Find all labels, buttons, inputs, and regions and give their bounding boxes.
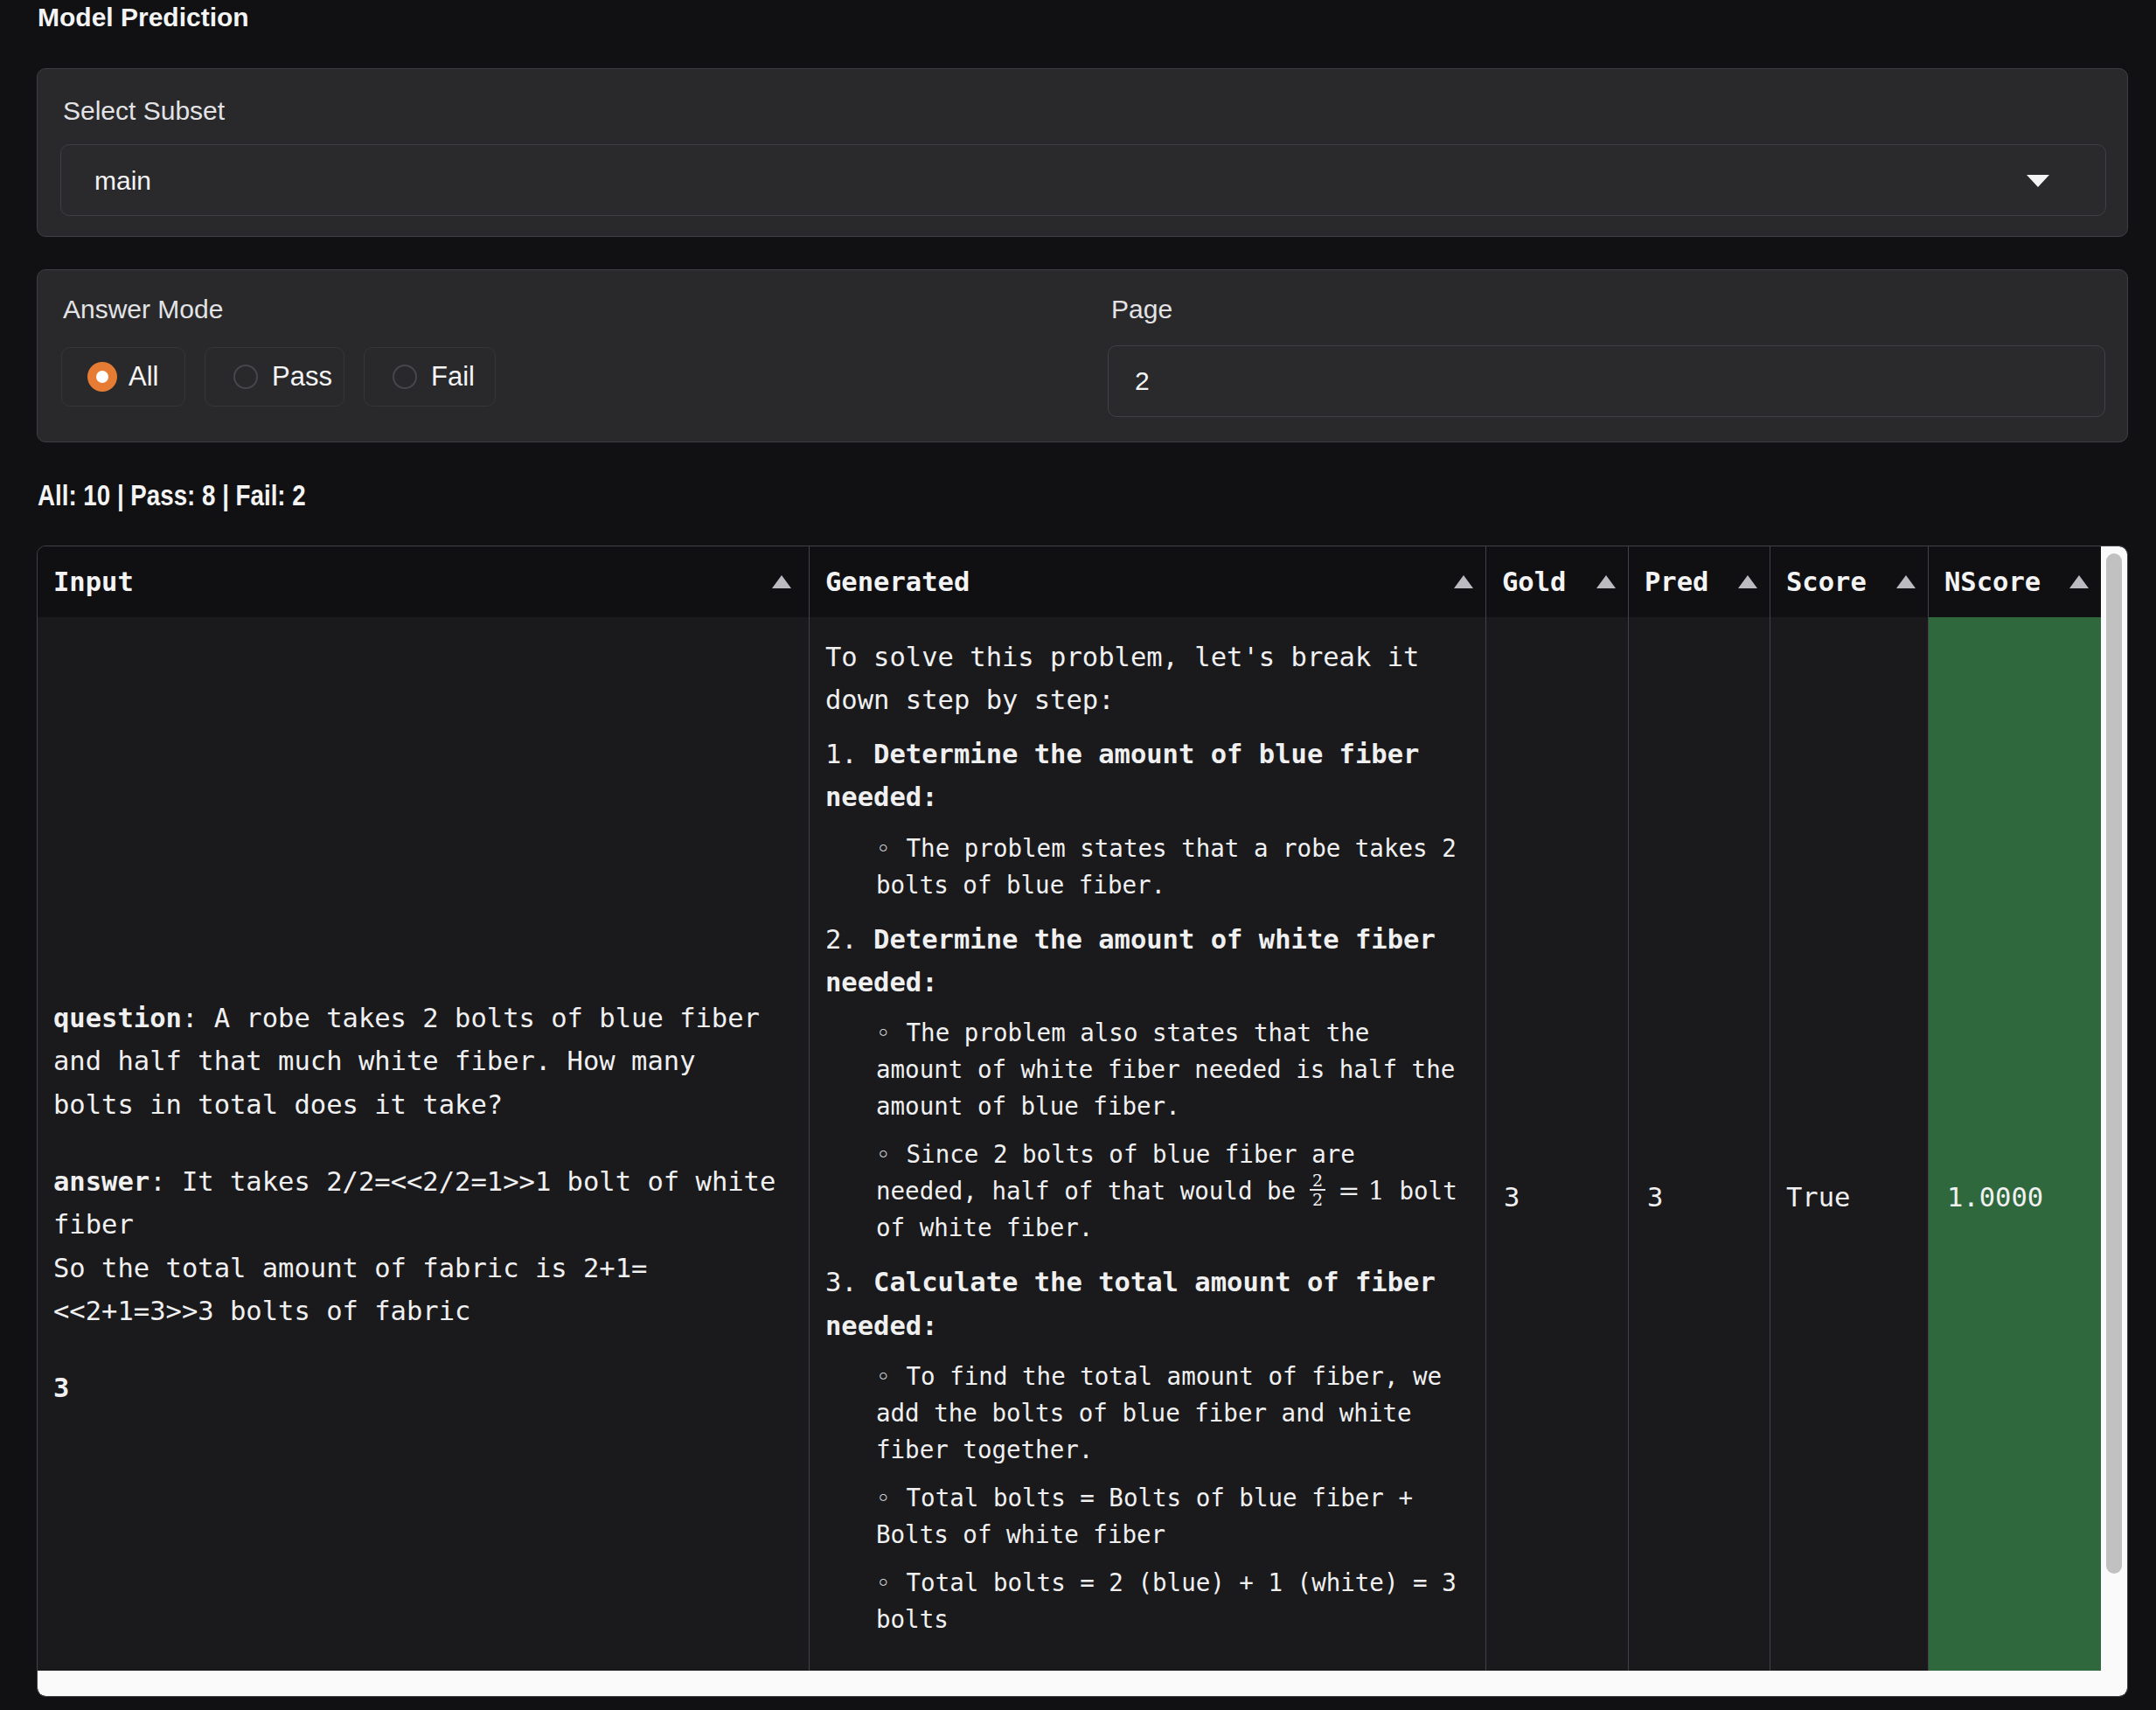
radio-selected-icon: [87, 362, 117, 392]
results-table: Input Generated Gold Pred Score NScore q…: [37, 546, 2128, 1697]
table-body: question: A robe takes 2 bolts of blue f…: [38, 617, 2101, 1671]
radio-pass[interactable]: Pass: [205, 347, 344, 407]
vertical-scrollbar-thumb[interactable]: [2106, 553, 2122, 1574]
sort-asc-icon[interactable]: [772, 575, 791, 588]
sort-asc-icon[interactable]: [2069, 575, 2089, 588]
gen-step-3-bullets: ◦To find the total amount of fiber, we a…: [876, 1358, 1462, 1637]
radio-unselected-icon: [231, 362, 261, 392]
page-input-value: 2: [1135, 366, 1150, 396]
gen-step-2: 2. Determine the amount of white fiber n…: [825, 918, 1472, 1004]
gen-step-1-bullets: ◦The problem states that a robe takes 2 …: [876, 830, 1462, 903]
page-label: Page: [1111, 296, 1172, 323]
chevron-down-icon: [2027, 175, 2049, 187]
subset-dropdown[interactable]: main: [60, 144, 2106, 216]
gen-step-3: 3. Calculate the total amount of fiber n…: [825, 1261, 1472, 1347]
generated-cell-text: To solve this problem, let's break it do…: [825, 636, 1472, 1637]
table-header: Input Generated Gold Pred Score NScore: [38, 546, 2101, 617]
radio-pass-label: Pass: [272, 361, 332, 393]
col-header-nscore[interactable]: NScore: [1929, 546, 2101, 617]
answer-mode-label: Answer Mode: [63, 296, 223, 323]
radio-all-label: All: [129, 361, 158, 393]
gen-intro: To solve this problem, let's break it do…: [825, 636, 1472, 722]
nscore-value: 1.0000: [1947, 1176, 2043, 1219]
gen-step-2-bullets: ◦The problem also states that the amount…: [876, 1014, 1462, 1246]
radio-unselected-icon: [390, 362, 420, 392]
horizontal-scrollbar-track[interactable]: [38, 1671, 2101, 1696]
page-title: Model Prediction: [38, 0, 249, 35]
status-line: All: 10 | Pass: 8 | Fail: 2: [38, 479, 306, 512]
cell-gold: [1486, 617, 1629, 1671]
sort-asc-icon[interactable]: [1454, 575, 1473, 588]
col-header-pred[interactable]: Pred: [1629, 546, 1770, 617]
col-header-score[interactable]: Score: [1770, 546, 1929, 617]
sort-asc-icon[interactable]: [1896, 575, 1916, 588]
page-column: Page 2: [1108, 270, 2106, 441]
sort-asc-icon[interactable]: [1596, 575, 1616, 588]
input-cell-text: question: A robe takes 2 bolts of blue f…: [53, 997, 786, 1409]
subset-panel: Select Subset main: [37, 68, 2128, 237]
cell-pred: [1629, 617, 1770, 1671]
radio-fail-label: Fail: [431, 361, 475, 393]
sort-asc-icon[interactable]: [1738, 575, 1757, 588]
subset-label: Select Subset: [63, 98, 225, 124]
filter-panel: Answer Mode All Pass Fail Page 2: [37, 269, 2128, 442]
subset-dropdown-value: main: [94, 166, 151, 196]
score-value: True: [1786, 1176, 1850, 1219]
page-input[interactable]: 2: [1108, 345, 2105, 417]
col-header-gold[interactable]: Gold: [1486, 546, 1629, 617]
col-header-input[interactable]: Input: [38, 546, 810, 617]
cell-nscore: [1929, 617, 2101, 1671]
col-header-generated[interactable]: Generated: [810, 546, 1486, 617]
vertical-scrollbar-track[interactable]: [2101, 546, 2127, 1696]
gold-value: 3: [1504, 1176, 1520, 1219]
gen-step-1: 1. Determine the amount of blue fiber ne…: [825, 733, 1472, 819]
radio-fail[interactable]: Fail: [364, 347, 496, 407]
cell-score: [1770, 617, 1929, 1671]
pred-value: 3: [1647, 1176, 1663, 1219]
radio-all[interactable]: All: [61, 347, 185, 407]
